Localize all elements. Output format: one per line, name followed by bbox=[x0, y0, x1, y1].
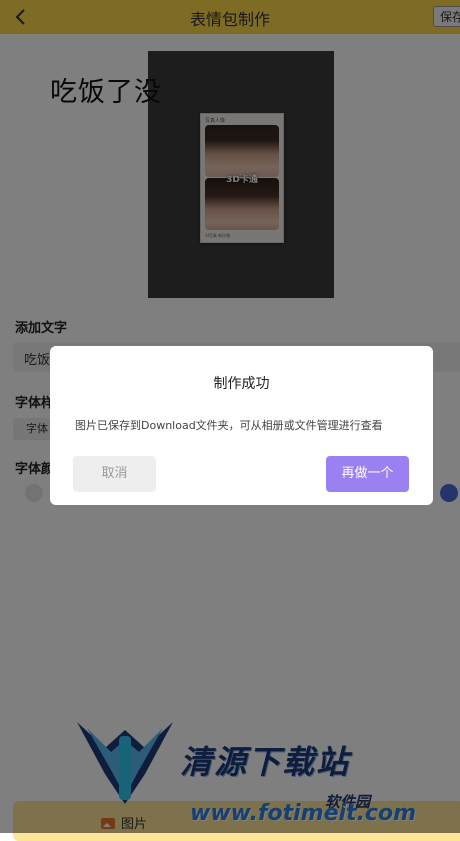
dialog-title: 制作成功 bbox=[213, 376, 270, 392]
cancel-button[interactable]: 取消 bbox=[73, 456, 156, 492]
success-dialog: 制作成功 图片已保存到Download文件夹，可从相册或文件管理进行查看 取消 … bbox=[50, 346, 433, 505]
dialog-message: 图片已保存到Download文件夹，可从相册或文件管理进行查看 bbox=[75, 419, 383, 432]
make-another-button[interactable]: 再做一个 bbox=[326, 456, 409, 492]
